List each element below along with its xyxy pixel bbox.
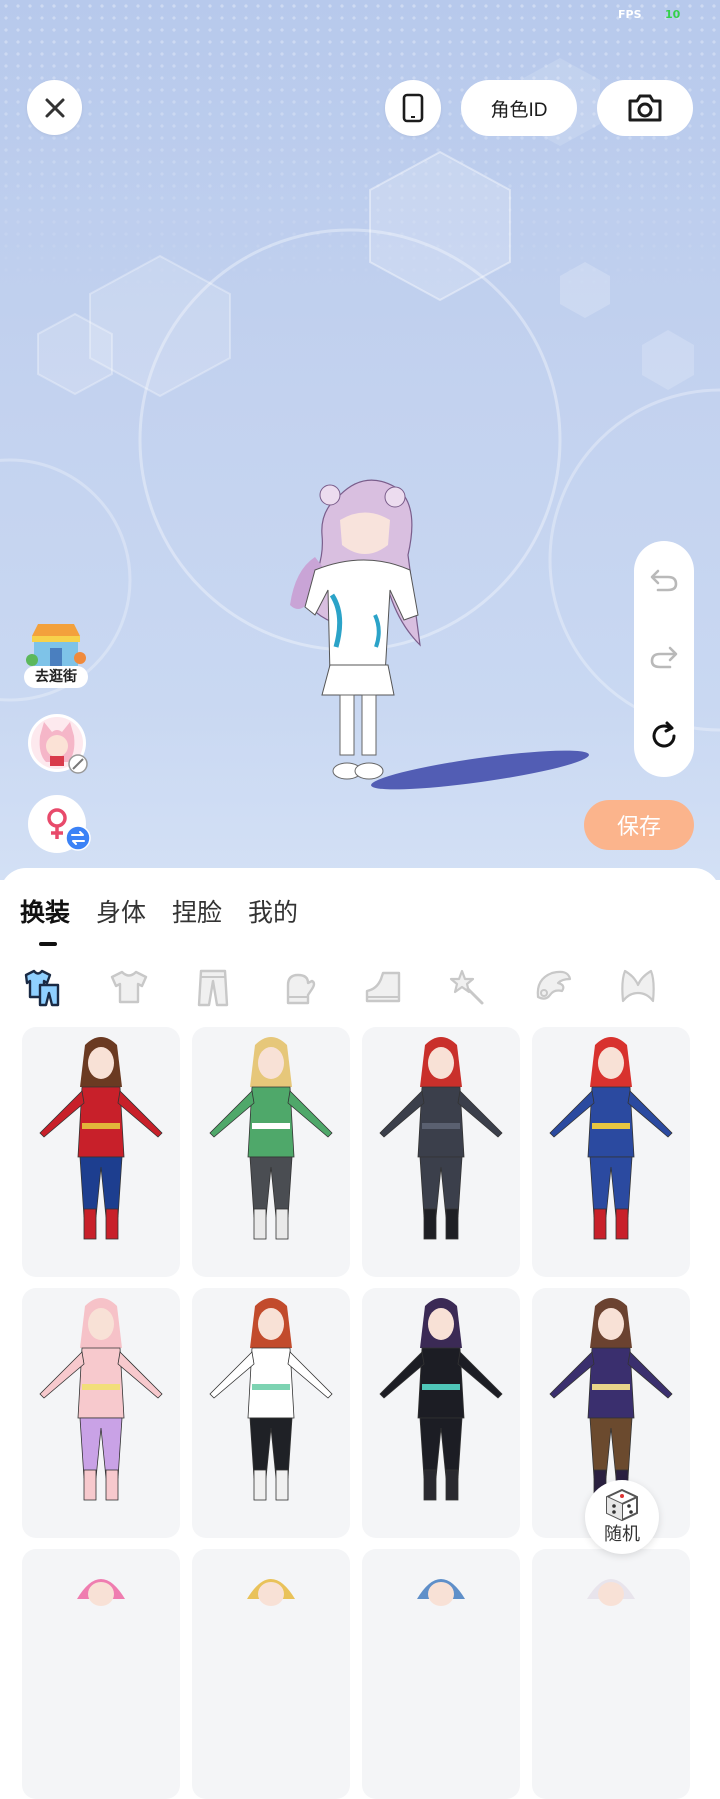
close-icon — [45, 98, 64, 117]
outfit-card-blonde-spiky-outfit[interactable] — [192, 1549, 350, 1799]
outfit-card-pink-cat-outfit[interactable] — [22, 1288, 180, 1538]
outfit-figure — [247, 1579, 295, 1606]
phone-icon — [402, 93, 424, 123]
outfit-card-captain-outfit[interactable] — [532, 1027, 690, 1277]
outfit-card-white-hair-outfit[interactable] — [532, 1549, 690, 1799]
outfit-figure — [549, 1037, 673, 1240]
outfit-figure — [77, 1579, 125, 1606]
random-label: 随机 — [604, 1524, 640, 1545]
tab-mine[interactable]: 我的 — [248, 893, 298, 929]
swap-icon — [65, 825, 91, 851]
go-shopping-label: 去逛街 — [24, 666, 88, 688]
tab-outfit[interactable]: 换装 — [20, 893, 70, 929]
outfit-figure — [39, 1298, 163, 1501]
outfit-set-icon — [24, 969, 60, 1007]
ears-icon — [621, 969, 655, 1003]
category-bar — [20, 964, 710, 1010]
category-ears[interactable] — [615, 964, 661, 1010]
outfit-figure — [417, 1579, 465, 1606]
outfit-figure — [209, 1298, 333, 1501]
outfit-card-pink-hair-outfit[interactable] — [22, 1549, 180, 1799]
category-wings[interactable] — [530, 964, 576, 1010]
gloves-icon — [286, 973, 316, 1005]
outfit-figure — [379, 1037, 503, 1240]
device-button[interactable] — [385, 80, 441, 136]
random-button[interactable]: 随机 — [585, 1480, 659, 1554]
outfit-figure — [209, 1037, 333, 1240]
role-id-label: 角色ID — [490, 99, 548, 121]
camera-button[interactable] — [597, 80, 693, 136]
save-button[interactable]: 保存 — [584, 800, 694, 850]
outfit-card-wonder-outfit[interactable] — [22, 1027, 180, 1277]
outfit-figure — [379, 1298, 503, 1501]
category-outfit-set[interactable] — [20, 964, 66, 1010]
active-tab-indicator — [39, 942, 57, 946]
wardrobe-tabs: 换装 身体 捏脸 我的 — [20, 893, 298, 929]
dice-icon — [606, 1488, 638, 1522]
category-top[interactable] — [106, 964, 152, 1010]
fps-value: 10 — [665, 8, 681, 21]
hidden-badge-icon — [68, 754, 88, 774]
redo-icon[interactable] — [648, 643, 680, 671]
category-shoes[interactable] — [360, 964, 406, 1010]
top-icon — [110, 970, 148, 1004]
tab-body[interactable]: 身体 — [96, 893, 146, 929]
outfit-card-blue-hair-outfit[interactable] — [362, 1549, 520, 1799]
avatar-character[interactable] — [270, 475, 600, 815]
gender-switch-button[interactable] — [28, 795, 91, 853]
camera-icon — [628, 94, 662, 122]
shop-icon — [26, 624, 86, 666]
pants-icon — [197, 969, 229, 1007]
history-tools — [634, 541, 694, 777]
category-gloves[interactable] — [275, 964, 321, 1010]
outfit-card-black-suit-outfit[interactable] — [362, 1027, 520, 1277]
close-button[interactable] — [27, 80, 82, 135]
category-props[interactable] — [445, 964, 491, 1010]
shoes-icon — [365, 971, 401, 1003]
outfit-figure — [587, 1579, 635, 1606]
go-shopping-button[interactable]: 去逛街 — [24, 622, 88, 692]
undo-icon[interactable] — [648, 566, 680, 594]
tab-face[interactable]: 捏脸 — [172, 893, 222, 929]
reset-icon[interactable] — [648, 720, 680, 752]
wand-icon — [449, 969, 484, 1005]
avatar-button[interactable] — [28, 714, 88, 774]
outfit-card-sport-outfit[interactable] — [192, 1288, 350, 1538]
outfit-figure — [39, 1037, 163, 1240]
fps-label: FPS — [618, 8, 642, 21]
outfit-card-green-kimono-outfit[interactable] — [192, 1027, 350, 1277]
role-id-button[interactable]: 角色ID — [461, 80, 577, 136]
wings-icon — [536, 970, 572, 1000]
category-pants[interactable] — [190, 964, 236, 1010]
outfit-card-gothic-dress-outfit[interactable] — [362, 1288, 520, 1538]
